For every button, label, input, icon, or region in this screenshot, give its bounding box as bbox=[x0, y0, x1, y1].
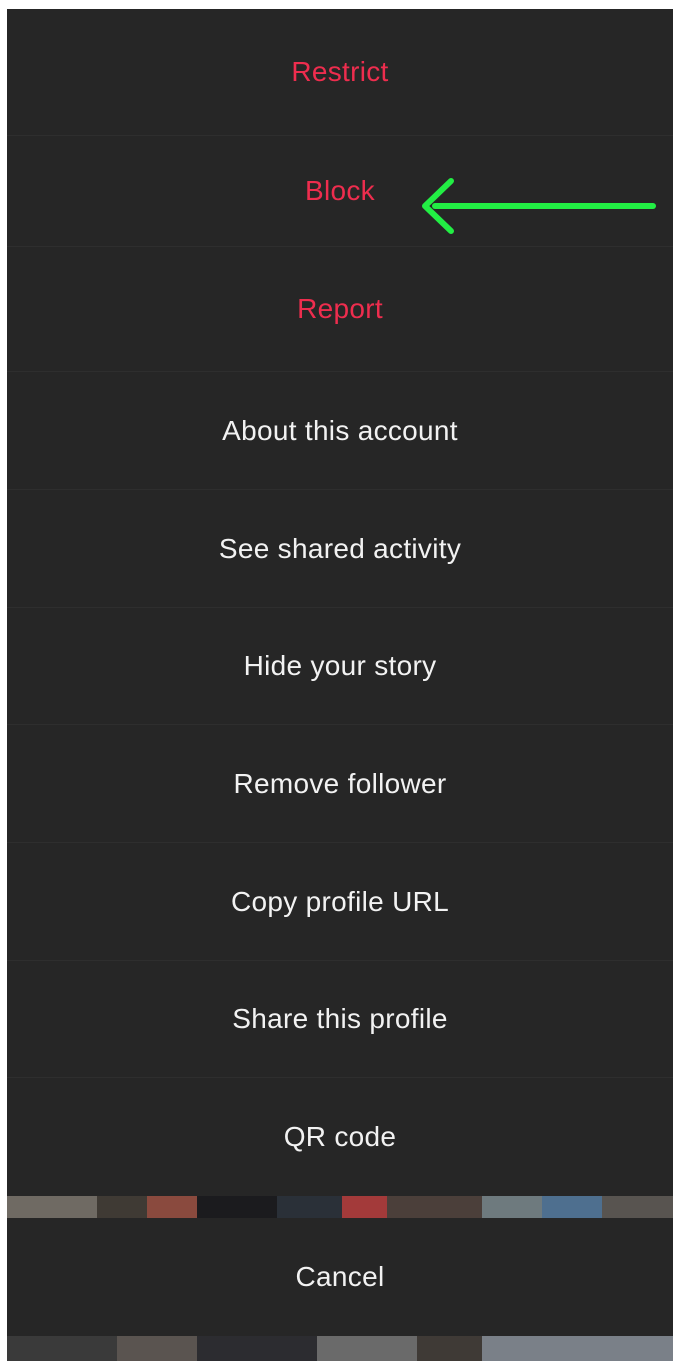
phone-screen: Restrict Block Report About this account… bbox=[7, 9, 673, 1361]
menu-item-copy-url[interactable]: Copy profile URL bbox=[7, 843, 673, 961]
left-arrow-icon bbox=[422, 178, 656, 234]
cancel-button[interactable]: Cancel bbox=[7, 1218, 673, 1336]
background-photos-strip-bottom bbox=[7, 1336, 673, 1361]
menu-item-report[interactable]: Report bbox=[7, 247, 673, 372]
photo-tile bbox=[417, 1336, 482, 1361]
photo-tile bbox=[482, 1336, 673, 1361]
menu-item-about-account[interactable]: About this account bbox=[7, 372, 673, 490]
menu-item-restrict[interactable]: Restrict bbox=[7, 9, 673, 136]
photo-tile bbox=[7, 1336, 117, 1361]
menu-item-hide-story[interactable]: Hide your story bbox=[7, 608, 673, 725]
photo-tile bbox=[197, 1336, 317, 1361]
photo-tile bbox=[117, 1336, 197, 1361]
menu-item-remove-follower[interactable]: Remove follower bbox=[7, 725, 673, 843]
menu-item-shared-activity[interactable]: See shared activity bbox=[7, 490, 673, 608]
menu-item-share-profile[interactable]: Share this profile bbox=[7, 961, 673, 1078]
menu-item-qr-code[interactable]: QR code bbox=[7, 1078, 673, 1196]
photo-tile bbox=[317, 1336, 417, 1361]
